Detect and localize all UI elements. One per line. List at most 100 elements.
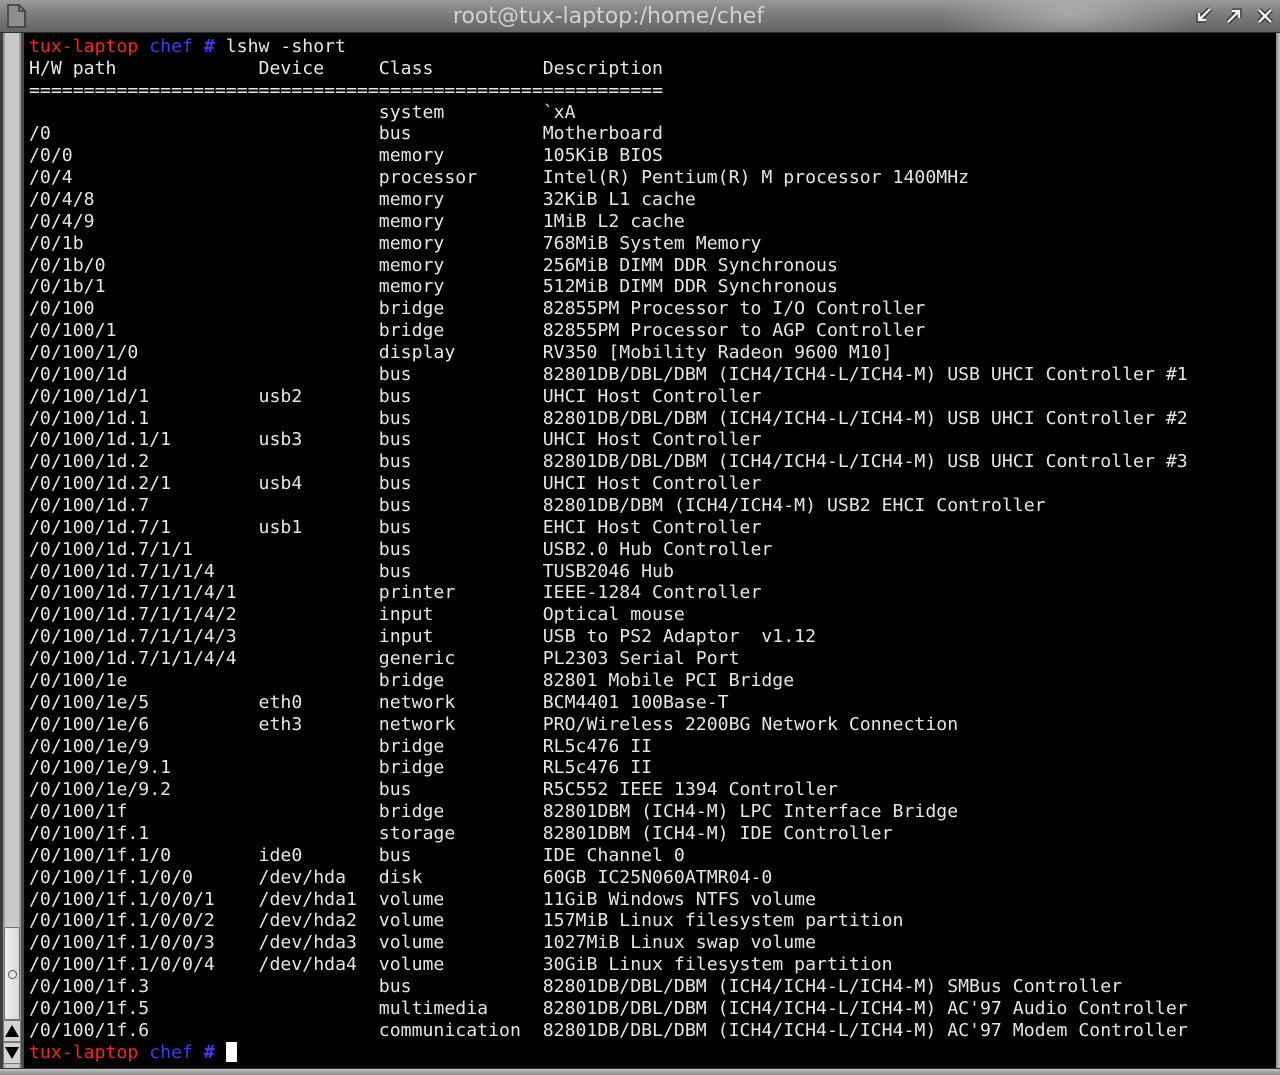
- window-border-right: [1276, 33, 1280, 1068]
- hw-path-cell: /0/100/1f.5: [29, 997, 150, 1019]
- window-border-bottom[interactable]: [0, 1068, 1280, 1075]
- separator-text: ========================================…: [29, 79, 663, 101]
- scroll-down-button[interactable]: [3, 1042, 21, 1064]
- scrollbar[interactable]: [0, 33, 24, 1068]
- class-cell: bus: [378, 495, 412, 517]
- device-cell: usb4: [258, 473, 303, 495]
- hw-path-cell: /0/100/1e/9.1: [29, 757, 172, 779]
- description-cell: `xA: [542, 101, 576, 123]
- description-cell: 82855PM Processor to AGP Controller: [542, 320, 926, 342]
- terminal-screen[interactable]: tux-laptop chef # lshw -short H/W path Devi…: [24, 33, 1276, 1068]
- hw-path-cell: /0/100/1f.1/0/0: [29, 866, 193, 888]
- class-cell: bus: [378, 407, 412, 429]
- hw-path-cell: /0/100: [29, 298, 95, 320]
- table-row: /0/100/1e/6 eth3 network PRO/Wireless 2200B…: [29, 714, 1269, 736]
- prompt-host: tux-laptop: [29, 36, 139, 57]
- class-cell: disk: [378, 866, 423, 888]
- window-menu-icon[interactable]: [2, 2, 30, 30]
- grip-icon: [8, 969, 17, 979]
- class-cell: multimedia: [378, 997, 489, 1019]
- description-cell: 157MiB Linux filesystem partition: [542, 910, 904, 932]
- table-row: /0/100/1d.7/1/1/4/3 input USB to PS2 Adapt…: [29, 626, 1269, 648]
- prompt-symbol: #: [203, 36, 215, 57]
- description-cell: IEEE-1284 Controller: [542, 582, 762, 604]
- separator-line: ========================================…: [29, 80, 1269, 102]
- close-icon: [1257, 8, 1273, 24]
- close-button[interactable]: [1252, 3, 1278, 29]
- table-row: /0/100/1e/9.2 bus R5C552 IEEE 1394 Control…: [29, 779, 1269, 801]
- description-cell: 11GiB Windows NTFS volume: [542, 888, 817, 910]
- hw-path-cell: /0/4: [29, 167, 73, 189]
- class-cell: bus: [378, 429, 412, 451]
- table-row: /0/100/1f.5 multimedia 82801DB/DBL/DBM (IC…: [29, 998, 1269, 1020]
- close-icon-fill: [1258, 9, 1272, 23]
- class-cell: bridge: [378, 757, 445, 779]
- hw-path-cell: /0/100/1e/6: [29, 713, 150, 735]
- device-cell: eth0: [258, 691, 303, 713]
- description-cell: EHCI Host Controller: [542, 516, 762, 538]
- table-row: /0/100/1d.1 bus 82801DB/DBL/DBM (ICH4/ICH4…: [29, 408, 1269, 430]
- class-cell: system: [378, 101, 445, 123]
- description-cell: RV350 [Mobility Radeon 9600 M10]: [542, 342, 893, 364]
- header-class: Class: [378, 57, 434, 79]
- class-cell: storage: [378, 822, 456, 844]
- description-cell: USB to PS2 Adaptor v1.12: [542, 626, 817, 648]
- class-cell: input: [378, 604, 434, 626]
- table-row: /0/100/1 bridge 82855PM Processor to AGP C…: [29, 320, 1269, 342]
- command-text: lshw -short: [225, 36, 346, 57]
- hw-path-cell: /0/0: [29, 145, 73, 167]
- class-cell: volume: [378, 954, 445, 976]
- hw-path-cell: /0/100/1f: [29, 801, 128, 823]
- hw-path-cell: /0/100/1d.7/1/1/4/2: [29, 604, 237, 626]
- table-row: /0/1b/0 memory 256MiB DIMM DDR Synchronous: [29, 255, 1269, 277]
- class-cell: printer: [378, 582, 456, 604]
- output-rows: system `xA/0 bus Motherboard/0/0 memory 105Ki…: [29, 102, 1269, 1042]
- description-cell: 82801DBM (ICH4-M) LPC Interface Bridge: [542, 801, 959, 823]
- description-cell: Intel(R) Pentium(R) M processor 1400MHz: [542, 167, 970, 189]
- device-cell: usb1: [258, 516, 303, 538]
- description-cell: Motherboard: [542, 123, 663, 145]
- class-cell: bridge: [378, 735, 445, 757]
- description-cell: Optical mouse: [542, 604, 685, 626]
- hw-path-cell: /0/100/1f.1/0/0/3: [29, 932, 215, 954]
- description-cell: 82801DBM (ICH4-M) IDE Controller: [542, 822, 893, 844]
- description-cell: 82855PM Processor to I/O Controller: [542, 298, 926, 320]
- hw-path-cell: /0/100/1d.7: [29, 495, 150, 517]
- minimize-button[interactable]: [1190, 3, 1216, 29]
- hw-path-cell: /0/100/1e/5: [29, 691, 150, 713]
- table-row: /0/100/1f.3 bus 82801DB/DBL/DBM (ICH4/ICH4…: [29, 976, 1269, 998]
- window-title: root@tux-laptop:/home/chef: [452, 4, 765, 29]
- hw-path-cell: /0/100/1/0: [29, 342, 139, 364]
- class-cell: input: [378, 626, 434, 648]
- description-cell: PRO/Wireless 2200BG Network Connection: [542, 713, 959, 735]
- scrollbar-thumb[interactable]: [4, 927, 20, 1020]
- class-cell: memory: [378, 145, 445, 167]
- table-row: /0/100/1d.2/1 usb4 bus UHCI Host Controller: [29, 473, 1269, 495]
- table-row: /0/100/1d/1 usb2 bus UHCI Host Controller: [29, 386, 1269, 408]
- table-row: /0/100/1d.1/1 usb3 bus UHCI Host Controller: [29, 429, 1269, 451]
- device-cell: /dev/hda3: [258, 932, 357, 954]
- description-cell: 512MiB DIMM DDR Synchronous: [542, 276, 838, 298]
- device-cell: /dev/hda4: [258, 954, 357, 976]
- table-row: /0/100/1d.7/1/1/4/1 printer IEEE-1284 Cont…: [29, 582, 1269, 604]
- prompt-line: tux-laptop chef #: [29, 1041, 1269, 1064]
- maximize-button[interactable]: [1221, 3, 1247, 29]
- class-cell: bridge: [378, 801, 445, 823]
- class-cell: bus: [378, 560, 412, 582]
- titlebar[interactable]: root@tux-laptop:/home/chef: [0, 0, 1280, 33]
- scrollbar-trough[interactable]: [0, 33, 24, 1020]
- description-cell: 82801 Mobile PCI Bridge: [542, 669, 795, 691]
- description-cell: UHCI Host Controller: [542, 473, 762, 495]
- maximize-icon: [1226, 8, 1242, 24]
- table-row: /0/100/1d bus 82801DB/DBL/DBM (ICH4/ICH4-L…: [29, 364, 1269, 386]
- description-cell: RL5c476 II: [542, 735, 653, 757]
- hw-path-cell: /0/1b: [29, 232, 84, 254]
- table-row: /0/0 memory 105KiB BIOS: [29, 145, 1269, 167]
- scroll-up-button[interactable]: [3, 1020, 21, 1042]
- table-row: /0/100/1f.1/0/0/2/dev/hda2 volume 157MiB L…: [29, 910, 1269, 932]
- hw-path-cell: /0/100/1d.1/1: [29, 429, 172, 451]
- table-row: /0/4/9 memory 1MiB L2 cache: [29, 211, 1269, 233]
- class-cell: bridge: [378, 298, 445, 320]
- table-row: /0/100/1f.1/0 ide0 bus IDE Channel 0: [29, 845, 1269, 867]
- terminal-window: root@tux-laptop:/home/chef tux-laptop ch…: [0, 0, 1280, 1075]
